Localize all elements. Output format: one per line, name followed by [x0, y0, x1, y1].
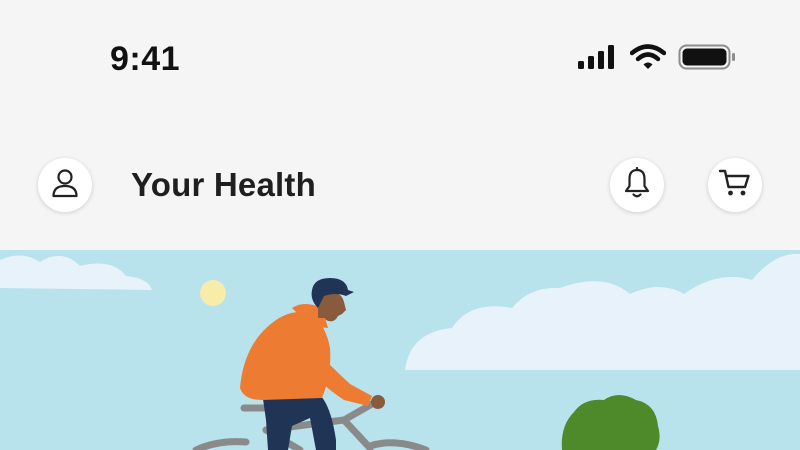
- cellular-signal-icon: [578, 45, 618, 69]
- page-title: Your Health: [131, 166, 316, 203]
- battery-icon: [678, 44, 736, 70]
- cyclist-scene: [0, 250, 800, 450]
- notifications-button[interactable]: [610, 158, 664, 212]
- bell-icon: [623, 166, 651, 204]
- hero-illustration: [0, 250, 800, 450]
- rider-neck: [318, 306, 328, 318]
- person-icon: [50, 167, 80, 204]
- status-bar: 9:41: [0, 0, 800, 120]
- wifi-icon: [630, 44, 666, 70]
- rider-hand: [371, 395, 385, 409]
- profile-button[interactable]: [38, 158, 92, 212]
- app-screen: 9:41 Your Health: [0, 0, 800, 450]
- sun-icon: [200, 280, 226, 306]
- status-time: 9:41: [110, 40, 181, 78]
- status-icons: [578, 44, 736, 70]
- cart-button[interactable]: [708, 158, 762, 212]
- cart-icon: [718, 167, 752, 204]
- app-header: Your Health: [0, 150, 800, 225]
